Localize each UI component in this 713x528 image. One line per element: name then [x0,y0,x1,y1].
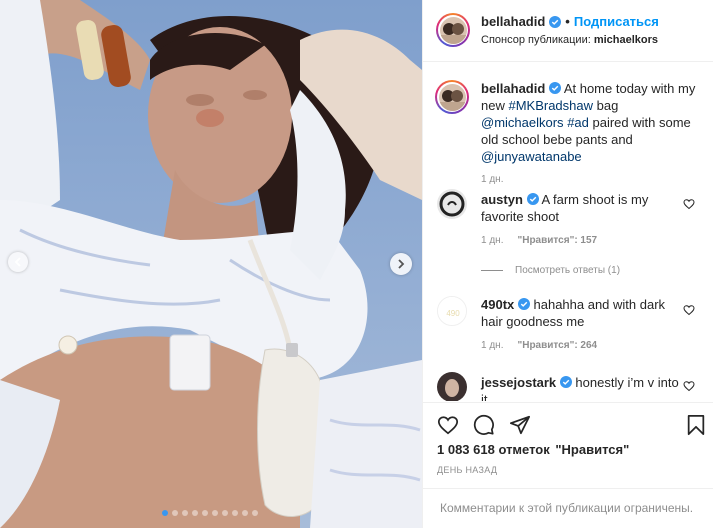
comment-meta: 1 дн. "Нравится": 264 [481,340,597,351]
header-user-line: bellahadid • Подписаться [481,14,659,29]
comment-icon[interactable] [473,414,495,436]
chevron-right-icon [398,259,405,269]
prev-slide-button[interactable] [8,252,28,272]
follow-button[interactable]: Подписаться [574,14,659,29]
sponsor-label: Спонсор публикации: [481,34,591,46]
post-header: bellahadid • Подписаться Спонсор публика… [423,0,713,62]
caption-text-part: bag [593,98,619,113]
sponsor-line: Спонсор публикации: michaelkors [481,34,658,46]
verified-badge-icon [548,82,561,94]
comment-meta: 1 дн. "Нравится": 157 [481,235,597,246]
likes-count-number: 1 083 618 отметок [437,442,550,457]
comment-likes[interactable]: "Нравится": 264 [517,340,597,351]
like-heart-icon[interactable] [437,414,459,436]
carousel-dot [232,510,238,516]
carousel-dot [192,510,198,516]
likes-count[interactable]: 1 083 618 отметок "Нравится" [437,442,629,457]
caption-text: bellahadid At home today with my new #MK… [481,80,696,165]
avatar-image: 490 [438,297,466,325]
replies-divider [481,270,503,271]
comment-text: jessejostark honestly i’m v into it [481,374,681,401]
hashtag-link[interactable]: #ad [567,115,589,130]
avatar[interactable] [436,13,470,47]
caption-username[interactable]: bellahadid [481,81,545,96]
comment-time[interactable]: 1 дн. [481,235,503,246]
carousel-dot [162,510,168,516]
like-comment-heart-icon[interactable] [683,198,695,210]
view-replies-label: Посмотреть ответы (1) [515,265,621,276]
post-photo[interactable] [0,0,422,528]
carousel-dot [242,510,248,516]
bookmark-icon[interactable] [685,414,707,436]
carousel-dot [252,510,258,516]
sponsor-link[interactable]: michaelkors [594,34,658,46]
comment-username[interactable]: austyn [481,192,523,207]
post-side-panel: bellahadid • Подписаться Спонсор публика… [422,0,713,528]
comment-likes[interactable]: "Нравится": 157 [517,235,597,246]
comment-username[interactable]: 490tx [481,297,514,312]
likes-word: "Нравится" [555,442,630,457]
verified-badge-icon [559,376,572,388]
carousel-dot [202,510,208,516]
mention-link[interactable]: @junyawatanabe [481,149,582,164]
comment-text: 490tx hahahha and with dark hair goodnes… [481,296,681,330]
post-date[interactable]: ДЕНЬ НАЗАД [437,465,497,475]
avatar-image [437,189,467,219]
view-replies-button[interactable]: Посмотреть ответы (1) [481,265,620,276]
hashtag-link[interactable]: #MKBradshaw [508,98,593,113]
carousel-dot [182,510,188,516]
avatar-image [437,372,467,401]
avatar-image [439,16,467,44]
avatar-image [438,83,466,111]
comment-time[interactable]: 1 дн. [481,340,503,351]
avatar[interactable] [437,372,467,401]
caption-time[interactable]: 1 дн. [481,174,503,185]
comment-username[interactable]: jessejostark [481,375,556,390]
next-slide-button[interactable] [390,253,412,275]
chevron-left-icon [14,257,21,267]
comments-restricted-notice: Комментарии к этой публикации ограничены… [423,488,713,528]
avatar[interactable] [437,189,467,219]
verified-badge-icon [526,193,539,205]
carousel-indicator [162,510,258,516]
comments-list[interactable]: bellahadid At home today with my new #MK… [423,63,713,401]
separator-dot: • [565,14,570,29]
mention-link[interactable]: @michaelkors [481,115,564,130]
share-icon[interactable] [509,414,531,436]
avatar[interactable]: 490 [437,296,467,326]
verified-badge-icon [549,15,562,28]
carousel-dot [172,510,178,516]
svg-text:490: 490 [446,309,460,318]
verified-badge-icon [517,298,530,310]
like-comment-heart-icon[interactable] [683,304,695,316]
carousel-dot [222,510,228,516]
like-comment-heart-icon[interactable] [683,380,695,392]
avatar[interactable] [435,80,469,114]
photo-image [0,0,422,528]
carousel-dot [212,510,218,516]
username-link[interactable]: bellahadid [481,14,545,29]
comment-text: austyn A farm shoot is my favorite shoot [481,191,681,225]
